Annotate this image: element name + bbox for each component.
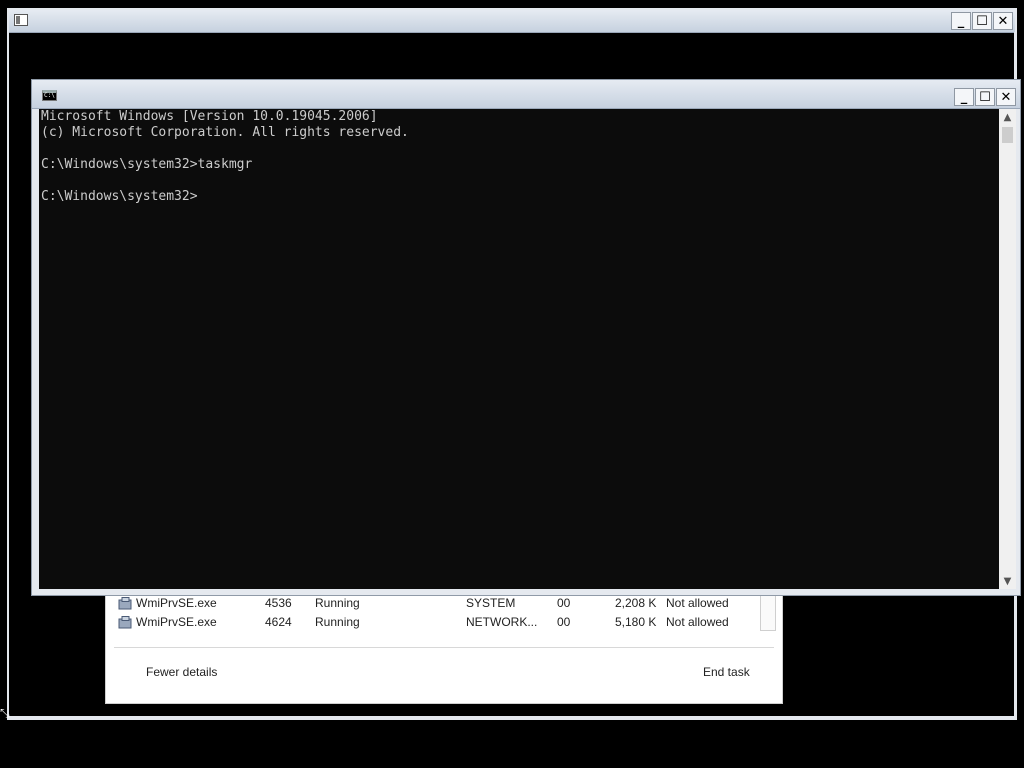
scrollbar-thumb[interactable] (760, 595, 776, 631)
close-button[interactable]: ✕ (996, 88, 1016, 106)
outer-title-bar[interactable]: _ ☐ ✕ (9, 10, 1015, 33)
process-memory: 2,208 K (615, 596, 657, 610)
window-icon[interactable] (14, 14, 28, 26)
process-cpu: 00 (557, 615, 571, 629)
maximize-button[interactable]: ☐ (972, 12, 992, 30)
window-border (7, 716, 1017, 720)
process-icon (118, 616, 132, 629)
console-prompt[interactable]: C:\Windows\system32> (41, 189, 997, 205)
table-row[interactable]: WmiPrvSE.exe 4624 Running NETWORK... 00 … (106, 614, 782, 632)
end-task-button[interactable]: End task (703, 665, 750, 679)
command-prompt-window: _ ☐ ✕ Microsoft Windows [Version 10.0.19… (31, 79, 1021, 596)
resize-cursor-icon: ⤡ (0, 706, 10, 720)
divider (114, 647, 774, 648)
process-icon (118, 597, 132, 610)
process-user: NETWORK... (466, 615, 538, 629)
minimize-button[interactable]: _ (954, 88, 974, 106)
process-cpu: 00 (557, 596, 571, 610)
process-user: SYSTEM (466, 596, 516, 610)
process-pid: 4536 (265, 596, 292, 610)
scroll-down-icon[interactable]: ▼ (999, 573, 1016, 589)
process-status: Running (315, 615, 360, 629)
scrollbar-thumb[interactable] (1002, 127, 1013, 143)
table-row[interactable]: WmiPrvSE.exe 4536 Running SYSTEM 00 2,20… (106, 595, 782, 613)
process-uac: Not allowed (666, 596, 729, 610)
process-memory: 5,180 K (615, 615, 657, 629)
cmd-title-bar[interactable]: _ ☐ ✕ (32, 80, 1020, 109)
close-button[interactable]: ✕ (993, 12, 1013, 30)
maximize-button[interactable]: ☐ (975, 88, 995, 106)
process-pid: 4624 (265, 615, 292, 629)
process-uac: Not allowed (666, 615, 729, 629)
task-manager-window: WmiPrvSE.exe 4536 Running SYSTEM 00 2,20… (105, 594, 783, 704)
scroll-up-icon[interactable]: ▲ (999, 109, 1016, 125)
vertical-scrollbar[interactable]: ▲ ▼ (999, 109, 1016, 589)
console-output[interactable]: Microsoft Windows [Version 10.0.19045.20… (39, 109, 999, 589)
process-status: Running (315, 596, 360, 610)
fewer-details-link[interactable]: Fewer details (146, 665, 217, 679)
console-line: C:\Windows\system32>taskmgr (41, 157, 253, 172)
process-name: WmiPrvSE.exe (136, 615, 217, 629)
console-line: Microsoft Windows [Version 10.0.19045.20… (41, 109, 378, 124)
process-name: WmiPrvSE.exe (136, 596, 217, 610)
cmd-icon[interactable] (42, 90, 57, 101)
minimize-button[interactable]: _ (951, 12, 971, 30)
console-line: (c) Microsoft Corporation. All rights re… (41, 125, 409, 140)
